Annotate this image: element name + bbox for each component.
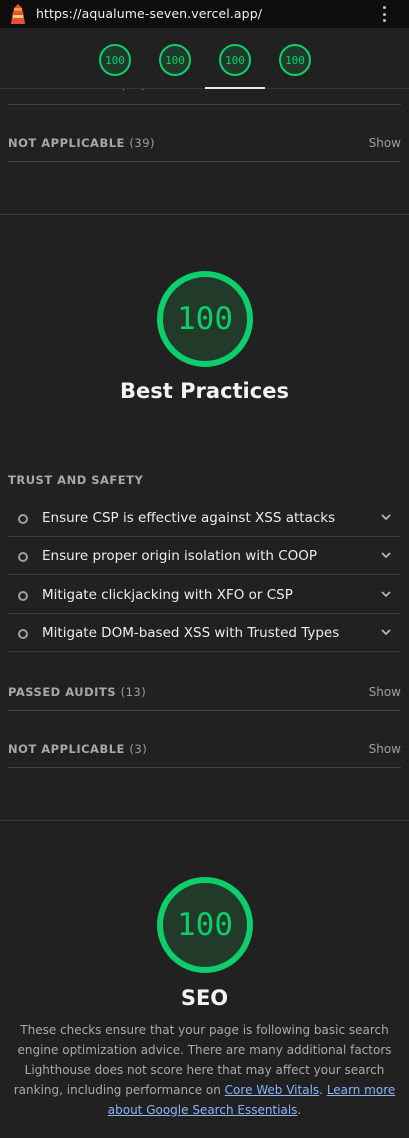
audit-item[interactable]: Mitigate clickjacking with XFO or CSP (8, 576, 401, 614)
audit-item[interactable]: Ensure CSP is effective against XSS atta… (8, 499, 401, 537)
score-tab-accessibility[interactable]: 100 (159, 44, 191, 76)
show-button[interactable]: Show (369, 685, 401, 699)
not-applicable-count: (3) (129, 742, 148, 756)
more-vert-icon[interactable] (380, 6, 388, 22)
core-web-vitals-link[interactable]: Core Web Vitals (225, 1083, 320, 1097)
seo-gauge[interactable]: 100 (157, 877, 253, 973)
best-practices-gauge[interactable]: 100 (157, 271, 253, 367)
show-button[interactable]: Show (369, 742, 401, 756)
chevron-down-icon[interactable] (380, 511, 392, 523)
active-tab-indicator (205, 87, 265, 89)
score-tab-seo[interactable]: 100 (279, 44, 311, 76)
passed-audits-count: (13) (120, 685, 147, 699)
audit-title: Ensure CSP is effective against XSS atta… (42, 510, 336, 526)
informative-dot-icon (18, 552, 28, 562)
audit-item[interactable]: Mitigate DOM-based XSS with Trusted Type… (8, 614, 401, 652)
show-button[interactable]: Show (369, 136, 401, 150)
address-url[interactable]: https://aqualume-seven.vercel.app/ (36, 6, 262, 21)
not-applicable-label: NOT APPLICABLE (8, 136, 125, 150)
browser-top-bar: https://aqualume-seven.vercel.app/ (0, 0, 409, 28)
not-applicable-row[interactable]: NOT APPLICABLE (3) Show (8, 711, 401, 768)
category-divider (0, 214, 409, 215)
chevron-down-icon[interactable] (380, 588, 392, 600)
audit-item[interactable]: Ensure proper origin isolation with COOP (8, 537, 401, 575)
seo-description: These checks ensure that your page is fo… (13, 1023, 396, 1117)
sticky-score-header: 100 100 100 100 (0, 28, 409, 89)
category-divider (0, 820, 409, 821)
best-practices-title: Best Practices (120, 379, 289, 403)
informative-dot-icon (18, 591, 28, 601)
passed-audits-row[interactable]: PASSED AUDITS (13) Show (8, 654, 401, 711)
audit-title: Ensure proper origin isolation with COOP (42, 548, 318, 564)
score-tab-best-practices[interactable]: 100 (219, 44, 251, 76)
passed-audits-label: PASSED AUDITS (8, 685, 117, 699)
group-title-trust-safety: TRUST AND SAFETY (8, 473, 144, 487)
not-applicable-row-prev[interactable]: NOT APPLICABLE (39) Show (8, 105, 401, 162)
informative-dot-icon (18, 629, 28, 639)
chevron-down-icon[interactable] (380, 626, 392, 638)
seo-title: SEO (180, 986, 229, 1010)
audit-title: Mitigate DOM-based XSS with Trusted Type… (42, 625, 340, 641)
score-tab-performance[interactable]: 100 (99, 44, 131, 76)
informative-dot-icon (18, 514, 28, 524)
not-applicable-count: (39) (129, 136, 156, 150)
chevron-down-icon[interactable] (380, 549, 392, 561)
seo-score: 100 (177, 907, 233, 943)
audit-title: Mitigate clickjacking with XFO or CSP (42, 587, 293, 603)
lighthouse-icon (11, 4, 25, 24)
best-practices-score: 100 (177, 301, 233, 337)
not-applicable-label: NOT APPLICABLE (8, 742, 125, 756)
